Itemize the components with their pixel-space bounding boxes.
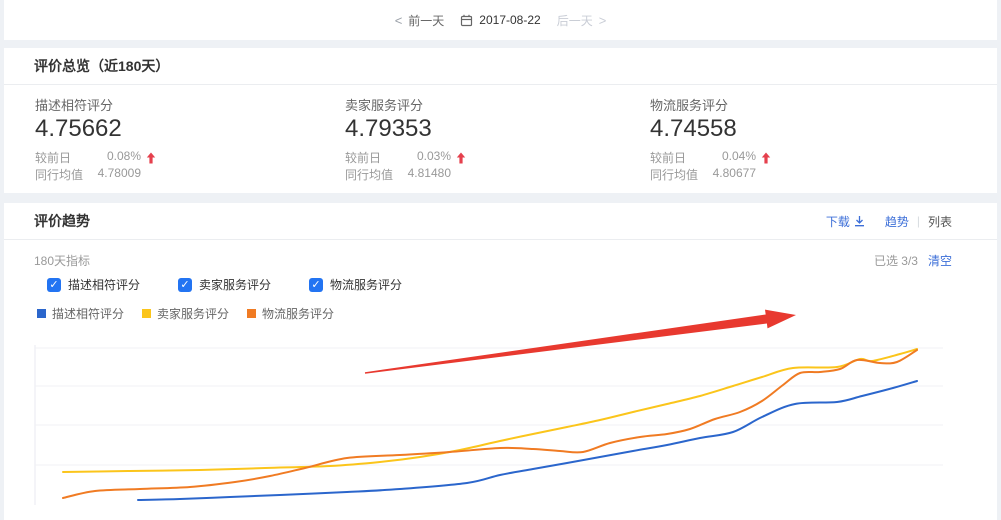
metrics-row: 描述相符评分 4.75662 较前日 0.08% 同行均值 4.78009 卖家服务… <box>4 85 997 193</box>
view-divider: | <box>917 214 920 228</box>
checkbox-label: 物流服务评分 <box>330 276 402 293</box>
current-date: 2017-08-22 <box>479 13 540 27</box>
checkbox-label: 卖家服务评分 <box>199 276 271 293</box>
change-value: 0.08% <box>107 149 141 166</box>
overview-card: 评价总览（近180天） 描述相符评分 4.75662 较前日 0.08% 同行均值… <box>4 48 997 193</box>
trend-header: 评价趋势 下载 趋势 | 列表 <box>4 203 997 240</box>
checkbox-row: ✓ 描述相符评分 ✓ 卖家服务评分 ✓ 物流服务评分 <box>34 276 952 293</box>
checkbox-checked-icon: ✓ <box>309 278 323 292</box>
checkbox-label: 描述相符评分 <box>68 276 140 293</box>
filter-meta-row: 180天指标 已选 3/3 清空 <box>34 252 952 269</box>
metric-card-description: 描述相符评分 4.75662 较前日 0.08% 同行均值 4.78009 <box>35 95 345 183</box>
legend-item-seller-service: 卖家服务评分 <box>142 305 229 322</box>
trend-actions: 下载 趋势 | 列表 <box>826 213 952 230</box>
page: < 前一天 2017-08-22 后一天 > 评价总览（近180天） 描述相符评… <box>4 0 997 520</box>
legend-item-description: 描述相符评分 <box>37 305 124 322</box>
chevron-left-icon: < <box>395 13 403 28</box>
date-display[interactable]: 2017-08-22 <box>460 13 540 27</box>
metric-change-row: 较前日 0.08% <box>35 149 345 166</box>
change-label: 较前日 <box>35 149 71 166</box>
legend-swatch <box>37 309 46 318</box>
trend-up-icon <box>146 152 156 164</box>
checkbox-checked-icon: ✓ <box>47 278 61 292</box>
peer-label: 同行均值 <box>35 166 83 183</box>
download-label: 下载 <box>826 213 850 230</box>
chevron-right-icon: > <box>599 13 607 28</box>
metric-peer-row: 同行均值 4.78009 <box>35 166 345 183</box>
peer-value: 4.81480 <box>408 166 451 183</box>
metric-peer-row: 同行均值 4.80677 <box>650 166 967 183</box>
download-icon <box>854 215 865 227</box>
metric-peer-row: 同行均值 4.81480 <box>345 166 650 183</box>
checkbox-item-seller-service[interactable]: ✓ 卖家服务评分 <box>178 276 271 293</box>
metric-card-logistics: 物流服务评分 4.74558 较前日 0.04% 同行均值 4.80677 <box>650 95 967 183</box>
change-value: 0.04% <box>722 149 756 166</box>
legend-swatch <box>142 309 151 318</box>
metric-value: 4.75662 <box>35 116 345 142</box>
trend-line-chart[interactable] <box>4 335 997 520</box>
change-value: 0.03% <box>417 149 451 166</box>
calendar-icon <box>460 14 473 27</box>
legend-swatch <box>247 309 256 318</box>
trend-title: 评价趋势 <box>34 211 90 231</box>
date-navigation: < 前一天 2017-08-22 后一天 > <box>4 0 997 40</box>
overview-header: 评价总览（近180天） <box>4 48 997 85</box>
legend-label: 卖家服务评分 <box>157 305 229 322</box>
prev-day-button[interactable]: < 前一天 <box>395 12 445 29</box>
legend-label: 描述相符评分 <box>52 305 124 322</box>
next-day-label: 后一天 <box>557 12 593 29</box>
trend-filters: 180天指标 已选 3/3 清空 ✓ 描述相符评分 ✓ 卖家服务评分 ✓ 物流服… <box>4 240 997 322</box>
checkbox-item-logistics[interactable]: ✓ 物流服务评分 <box>309 276 402 293</box>
chart-legend: 描述相符评分 卖家服务评分 物流服务评分 <box>34 305 952 322</box>
overview-title: 评价总览（近180天） <box>34 56 169 76</box>
metric-label: 卖家服务评分 <box>345 95 650 114</box>
prev-day-label: 前一天 <box>408 12 444 29</box>
legend-item-logistics: 物流服务评分 <box>247 305 334 322</box>
trend-up-icon <box>761 152 771 164</box>
metric-value: 4.79353 <box>345 116 650 142</box>
clear-button[interactable]: 清空 <box>928 252 952 269</box>
trend-chart-canvas <box>4 335 997 520</box>
metric-value: 4.74558 <box>650 116 967 142</box>
next-day-button[interactable]: 后一天 > <box>557 12 607 29</box>
metric-card-seller-service: 卖家服务评分 4.79353 较前日 0.03% 同行均值 4.81480 <box>345 95 650 183</box>
trend-card: 评价趋势 下载 趋势 | 列表 180天指标 已选 3/3 <box>4 203 997 520</box>
peer-label: 同行均值 <box>345 166 393 183</box>
view-toggle-trend[interactable]: 趋势 <box>885 213 909 230</box>
metric-change-row: 较前日 0.04% <box>650 149 967 166</box>
selected-count: 已选 3/3 <box>874 252 918 269</box>
peer-value: 4.80677 <box>713 166 756 183</box>
metric-label: 物流服务评分 <box>650 95 967 114</box>
peer-label: 同行均值 <box>650 166 698 183</box>
change-label: 较前日 <box>345 149 381 166</box>
change-label: 较前日 <box>650 149 686 166</box>
trend-up-icon <box>456 152 466 164</box>
period-label: 180天指标 <box>34 252 90 269</box>
metric-change-row: 较前日 0.03% <box>345 149 650 166</box>
metric-label: 描述相符评分 <box>35 95 345 114</box>
view-toggle-list[interactable]: 列表 <box>928 213 952 230</box>
checkbox-checked-icon: ✓ <box>178 278 192 292</box>
download-button[interactable]: 下载 <box>826 213 865 230</box>
legend-label: 物流服务评分 <box>262 305 334 322</box>
peer-value: 4.78009 <box>98 166 141 183</box>
view-toggle: 趋势 | 列表 <box>885 213 952 230</box>
checkbox-item-description[interactable]: ✓ 描述相符评分 <box>47 276 140 293</box>
